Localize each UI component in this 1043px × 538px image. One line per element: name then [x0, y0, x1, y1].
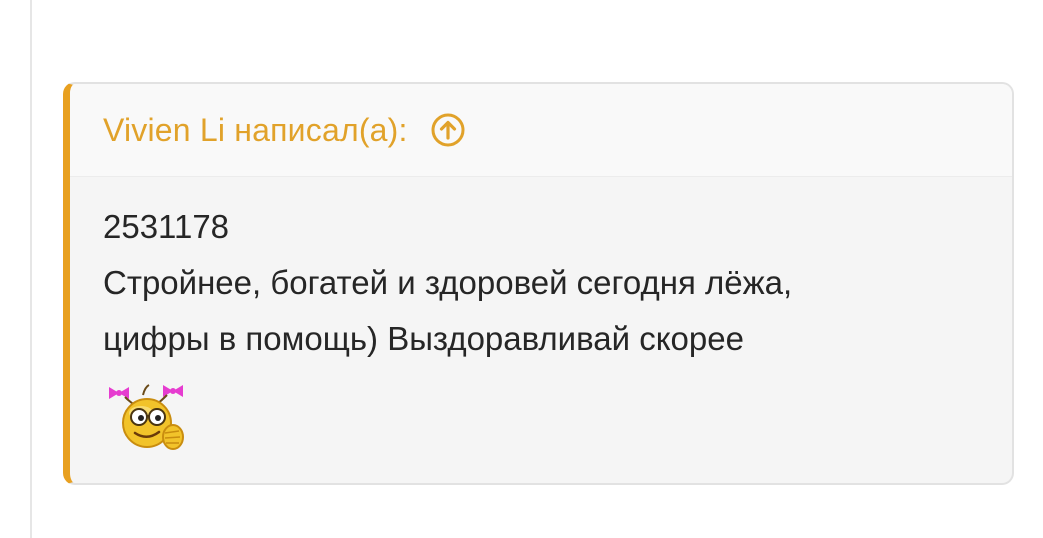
page: Vivien Li написал(а): 2531178 Стройнее, …	[0, 0, 1043, 538]
quote-line: цифры в помощь) Выздоравливай скорее	[103, 320, 744, 357]
quote-body: 2531178 Стройнее, богатей и здоровей сег…	[70, 177, 1012, 453]
smiley-emoticon	[101, 381, 193, 453]
quote-wrote-label: написал(а):	[234, 111, 408, 148]
quote-author-line: Vivien Li написал(а):	[103, 112, 408, 149]
quote-line: 2531178	[103, 208, 230, 245]
quote-block: Vivien Li написал(а): 2531178 Стройнее, …	[63, 82, 1014, 485]
quote-line: Стройнее, богатей и здоровей сегодня лёж…	[103, 264, 793, 301]
quote-author-name[interactable]: Vivien Li	[103, 112, 225, 148]
column-divider	[30, 0, 32, 538]
arrow-up-circle-icon[interactable]	[430, 112, 466, 148]
quote-header: Vivien Li написал(а):	[70, 84, 1012, 177]
